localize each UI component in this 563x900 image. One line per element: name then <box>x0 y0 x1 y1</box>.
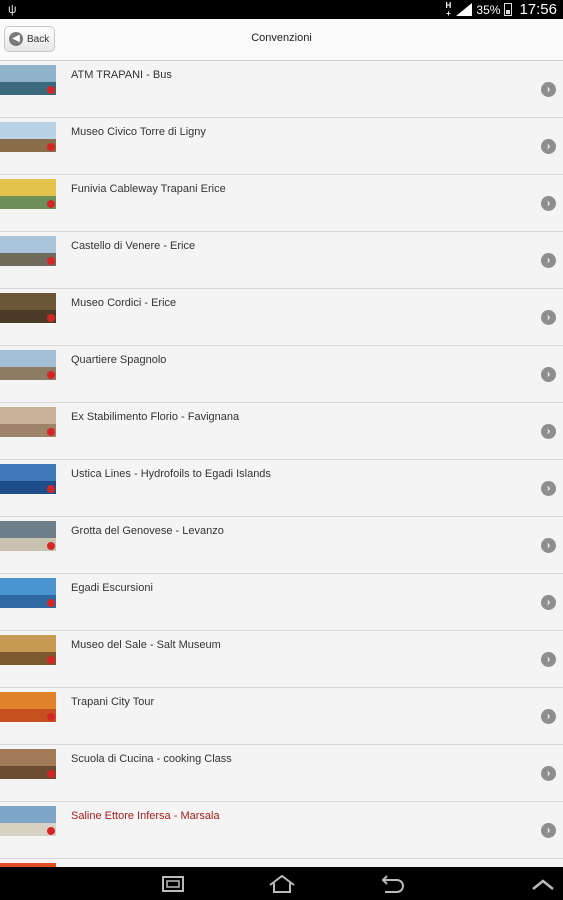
chevron-right-icon[interactable]: › <box>541 196 556 211</box>
item-thumbnail <box>0 635 56 665</box>
item-name: Ex Stabilimento Florio - Favignana <box>71 411 240 423</box>
badge-icon <box>47 656 55 664</box>
network-type: H + <box>445 0 452 18</box>
list-item[interactable]: Museo Civico Torre di Ligny › <box>0 118 563 175</box>
badge-icon <box>47 314 55 322</box>
list-item[interactable]: Scuola di Cucina - cooking Class › <box>0 745 563 802</box>
item-name: Trapani City Tour <box>71 696 155 708</box>
item-thumbnail <box>0 521 56 551</box>
item-thumbnail <box>0 293 56 323</box>
item-name: Funivia Cableway Trapani Erice <box>71 183 226 195</box>
list-item[interactable]: Trapani City Tour › <box>0 688 563 745</box>
title-bar: ◀ Back Convenzioni <box>0 19 563 61</box>
list-item[interactable]: Museo del Sale - Salt Museum › <box>0 631 563 688</box>
list-item[interactable]: ATM TRAPANI - Bus › <box>0 61 563 118</box>
badge-icon <box>47 599 55 607</box>
collapse-icon[interactable] <box>527 873 559 895</box>
list-item[interactable]: Quartiere Spagnolo › <box>0 346 563 403</box>
item-thumbnail <box>0 464 56 494</box>
list-item[interactable]: Saline Ettore Infersa - Marsala › <box>0 802 563 859</box>
item-name: Grotta del Genovese - Levanzo <box>71 525 224 537</box>
list-item[interactable]: Egadi Escursioni › <box>0 574 563 631</box>
list-item[interactable]: Museo Cordici - Erice › <box>0 289 563 346</box>
badge-icon <box>47 86 55 94</box>
item-thumbnail <box>0 179 56 209</box>
item-thumbnail <box>0 65 56 95</box>
badge-icon <box>47 200 55 208</box>
signal-icon <box>456 3 473 16</box>
item-thumbnail <box>0 806 56 836</box>
badge-icon <box>47 770 55 778</box>
item-name: Egadi Escursioni <box>71 582 153 594</box>
item-name: Castello di Venere - Erice <box>71 240 196 252</box>
chevron-right-icon[interactable]: › <box>541 766 556 781</box>
item-thumbnail <box>0 578 56 608</box>
list-item[interactable]: Funivia Cableway Trapani Erice › <box>0 175 563 232</box>
list-item[interactable]: Grotta del Genovese - Levanzo › <box>0 517 563 574</box>
item-name: Ustica Lines - Hydrofoils to Egadi Islan… <box>71 468 271 480</box>
status-bar: ψ H + 35% 17:56 <box>0 0 563 19</box>
usb-icon: ψ <box>8 2 17 16</box>
chevron-right-icon[interactable]: › <box>541 139 556 154</box>
chevron-right-icon[interactable]: › <box>541 481 556 496</box>
item-name: Quartiere Spagnolo <box>71 354 167 366</box>
battery-percent: 35% <box>476 2 501 17</box>
back-nav-icon[interactable] <box>375 873 407 895</box>
recent-apps-icon[interactable] <box>157 873 189 895</box>
chevron-right-icon[interactable]: › <box>541 367 556 382</box>
list-item[interactable]: Castello di Venere - Erice › <box>0 232 563 289</box>
chevron-right-icon[interactable]: › <box>541 823 556 838</box>
badge-icon <box>47 143 55 151</box>
conventions-list: ATM TRAPANI - Bus › Museo Civico Torre di … <box>0 61 563 867</box>
item-name: Scuola di Cucina - cooking Class <box>71 753 232 765</box>
item-thumbnail <box>0 236 56 266</box>
chevron-right-icon[interactable]: › <box>541 82 556 97</box>
status-indicators: H + 35% 17:56 <box>444 0 557 19</box>
item-name: Museo Cordici - Erice <box>71 297 177 309</box>
item-name: Museo Civico Torre di Ligny <box>71 126 206 138</box>
list-item[interactable]: Ex Stabilimento Florio - Favignana › <box>0 403 563 460</box>
item-name: Museo del Sale - Salt Museum <box>71 639 221 651</box>
badge-icon <box>47 485 55 493</box>
chevron-right-icon[interactable]: › <box>541 424 556 439</box>
home-icon[interactable] <box>266 873 298 895</box>
badge-icon <box>47 371 55 379</box>
item-name: Saline Ettore Infersa - Marsala <box>71 810 220 822</box>
list-item[interactable]: Ustica Lines - Hydrofoils to Egadi Islan… <box>0 460 563 517</box>
item-thumbnail <box>0 350 56 380</box>
badge-icon <box>47 713 55 721</box>
navigation-bar <box>0 867 563 900</box>
chevron-right-icon[interactable]: › <box>541 595 556 610</box>
badge-icon <box>47 257 55 265</box>
badge-icon <box>47 827 55 835</box>
badge-icon <box>47 542 55 550</box>
chevron-right-icon[interactable]: › <box>541 253 556 268</box>
clock: 17:56 <box>519 1 557 18</box>
battery-icon <box>504 3 513 16</box>
item-thumbnail <box>0 749 56 779</box>
item-thumbnail <box>0 692 56 722</box>
chevron-right-icon[interactable]: › <box>541 310 556 325</box>
chevron-right-icon[interactable]: › <box>541 652 556 667</box>
chevron-right-icon[interactable]: › <box>541 538 556 553</box>
badge-icon <box>47 428 55 436</box>
list-item[interactable]: › <box>0 859 563 867</box>
page-title: Convenzioni <box>251 32 312 44</box>
item-name: ATM TRAPANI - Bus <box>71 69 172 81</box>
chevron-right-icon[interactable]: › <box>541 709 556 724</box>
item-thumbnail <box>0 122 56 152</box>
item-thumbnail <box>0 407 56 437</box>
